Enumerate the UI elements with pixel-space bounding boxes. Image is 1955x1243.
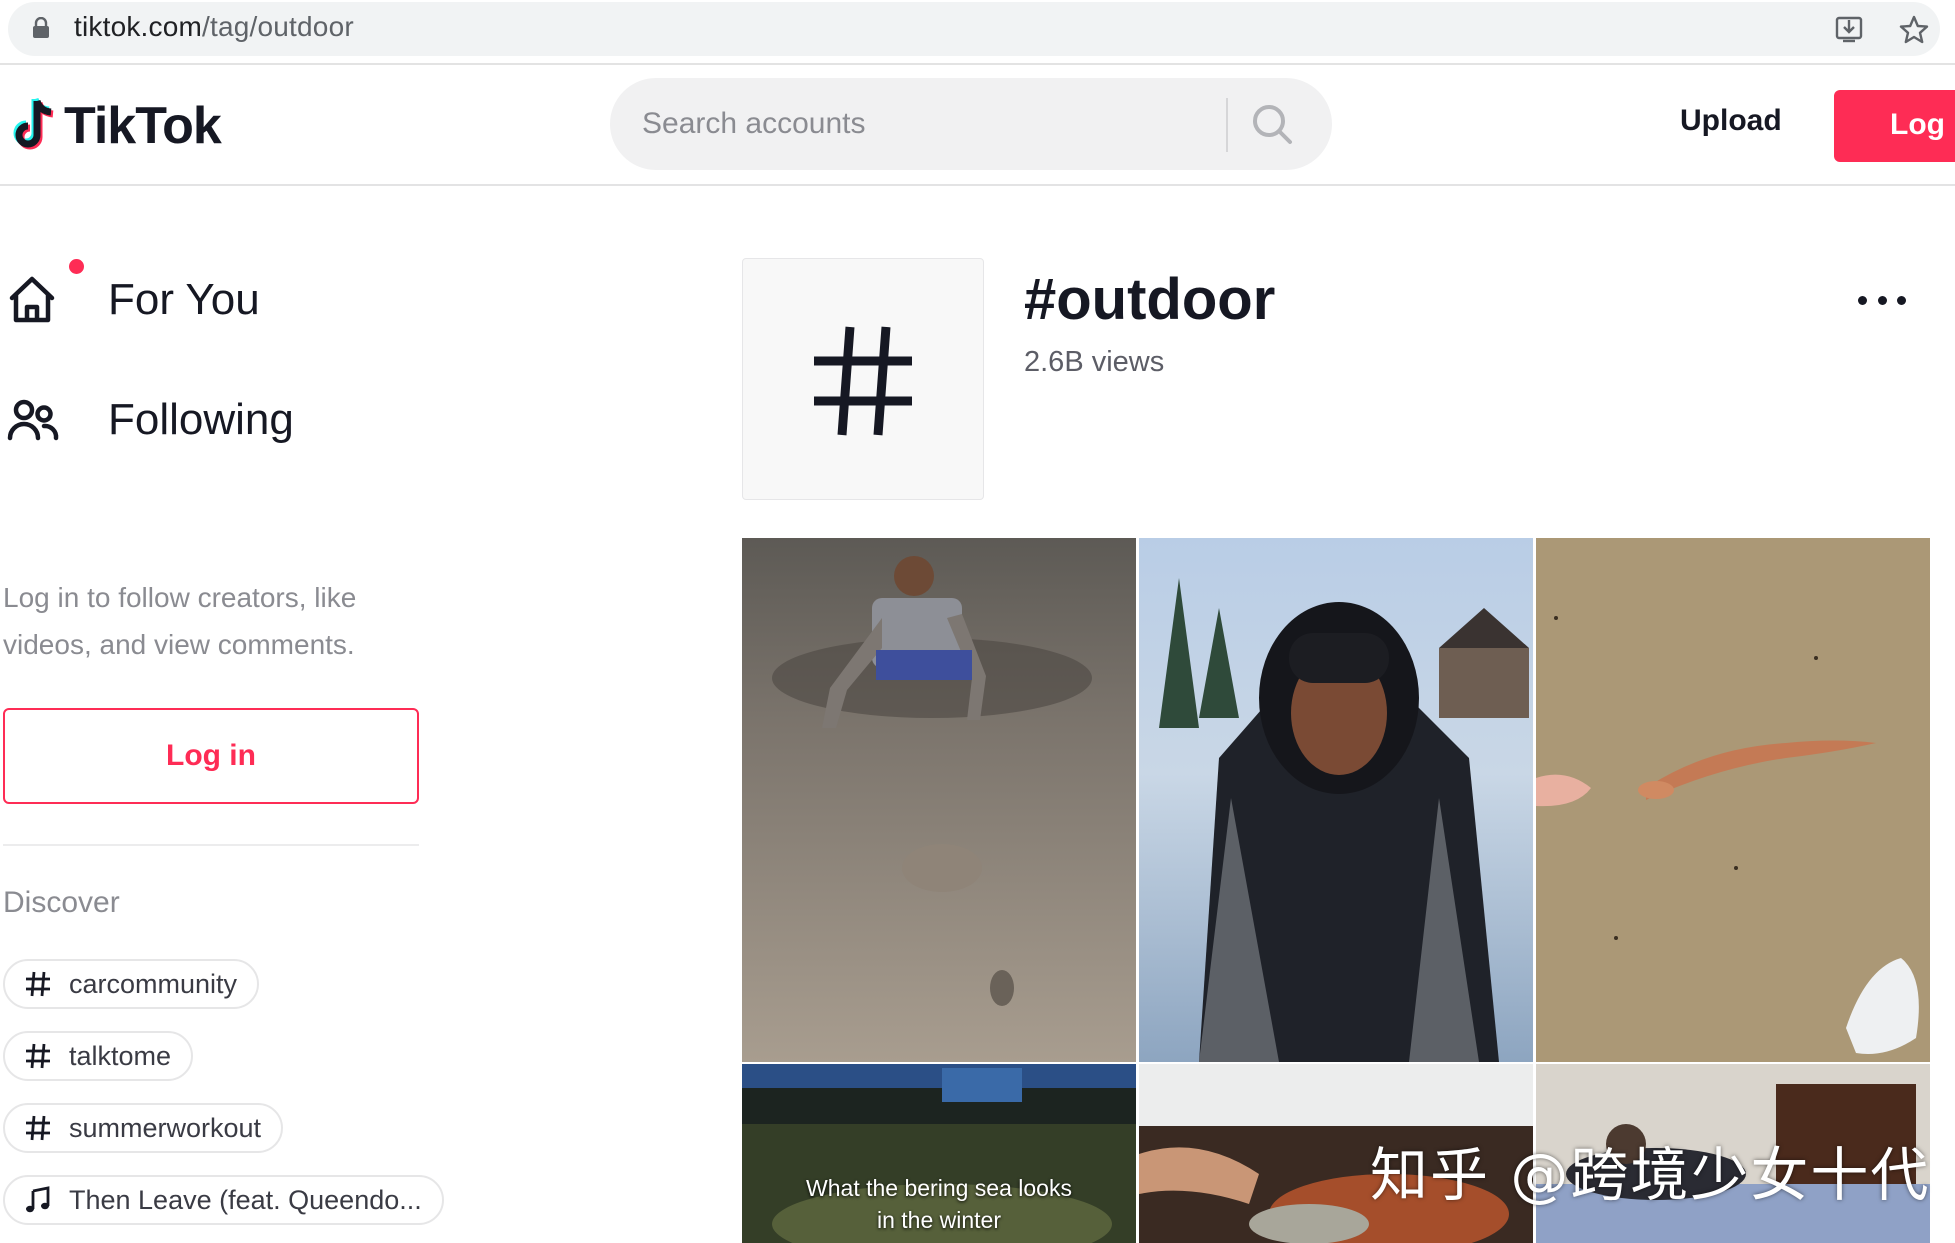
login-button-header[interactable]: Log in [1834, 90, 1955, 162]
discover-item-label: Then Leave (feat. Queendo... [69, 1184, 422, 1215]
people-icon [7, 399, 59, 441]
video-thumbnail[interactable]: What the bering sea looks in the winter [742, 1064, 1136, 1243]
url-domain: tiktok.com [74, 11, 203, 42]
video-thumbnail[interactable] [1536, 538, 1930, 1062]
url-text[interactable]: tiktok.com/tag/outdoor [74, 11, 354, 43]
video-thumbnail-image [742, 538, 1136, 1062]
install-icon[interactable] [1834, 14, 1864, 44]
more-dot [1877, 296, 1887, 305]
hashtag-icon [26, 971, 50, 997]
video-thumbnail-image [1139, 538, 1533, 1062]
url-path: /tag/outdoor [202, 11, 354, 42]
nav-following-label: Following [108, 395, 294, 444]
top-header: TikTok Upload Log in [0, 66, 1955, 184]
nav-for-you[interactable]: For You [0, 268, 260, 332]
logo-text: TikTok [64, 97, 222, 155]
video-caption: What the bering sea looks in the winter [742, 1172, 1136, 1236]
more-dot [1858, 296, 1867, 305]
discover-item-label: carcommunity [69, 968, 238, 999]
tag-views: 2.6B views [1024, 346, 1165, 378]
hashtag-icon [26, 1115, 50, 1141]
video-thumbnail[interactable] [742, 538, 1136, 1062]
address-bar[interactable]: tiktok.com/tag/outdoor [8, 2, 1940, 56]
sidebar-divider [3, 844, 419, 846]
discover-item-label: summerworkout [69, 1112, 262, 1143]
hashtag-icon [814, 326, 912, 436]
lock-icon[interactable] [32, 17, 50, 39]
tiktok-logo[interactable]: TikTok [10, 94, 222, 158]
discover-item-talktome[interactable]: talktome [3, 1031, 194, 1081]
music-note-icon [26, 1186, 50, 1213]
login-button-sidebar[interactable]: Log in [3, 708, 419, 804]
tag-title: #outdoor [1024, 267, 1276, 332]
discover-item-music[interactable]: Then Leave (feat. Queendo... [3, 1175, 444, 1225]
discover-item-summerworkout[interactable]: summerworkout [3, 1103, 284, 1153]
tag-thumbnail [742, 258, 984, 500]
watermark-text: 知乎 @跨境少女十代 [1370, 1141, 1931, 1209]
notification-dot [69, 259, 84, 274]
home-icon [9, 276, 55, 323]
hashtag-icon [26, 1043, 50, 1069]
header-divider [0, 184, 1955, 186]
search-icon[interactable] [1250, 102, 1294, 146]
nav-following[interactable]: Following [0, 388, 294, 452]
video-thumbnail-image [1536, 538, 1930, 1062]
search-input[interactable] [642, 100, 1202, 148]
more-dot [1897, 296, 1906, 305]
search-bar[interactable] [610, 78, 1332, 170]
upload-link[interactable]: Upload [1680, 104, 1782, 138]
browser-divider [0, 63, 1955, 65]
star-icon[interactable] [1898, 14, 1930, 46]
discover-item-carcommunity[interactable]: carcommunity [3, 959, 260, 1009]
video-caption-line: What the bering sea looks [806, 1175, 1072, 1201]
search-divider [1226, 98, 1228, 152]
more-options-button[interactable] [1858, 296, 1906, 310]
video-thumbnail[interactable] [1139, 538, 1533, 1062]
video-caption-line: in the winter [876, 1207, 1001, 1233]
nav-for-you-label: For You [108, 275, 260, 324]
tiktok-note-icon [13, 97, 54, 150]
discover-title: Discover [3, 886, 120, 919]
discover-item-label: talktome [69, 1040, 172, 1071]
login-prompt-text: Log in to follow creators, like videos, … [3, 582, 357, 660]
